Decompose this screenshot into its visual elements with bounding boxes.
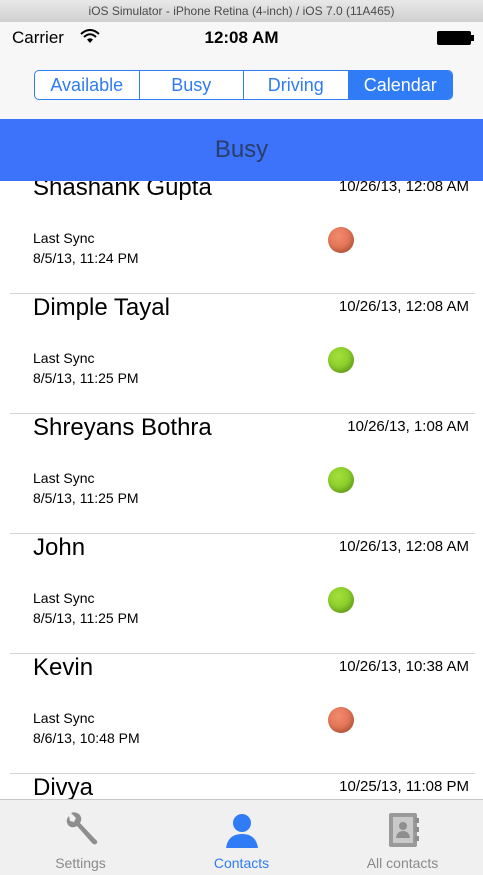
tab-all-contacts[interactable]: All contacts [322, 800, 483, 875]
available-status-dot-icon [328, 467, 354, 493]
tab-settings[interactable]: Settings [0, 800, 161, 875]
list-item[interactable]: Shreyans Bothra 10/26/13, 1:08 AM Last S… [10, 414, 475, 534]
contact-name: Shashank Gupta [33, 181, 212, 201]
available-status-dot-icon [328, 347, 354, 373]
status-filter-segmented-control: Available Busy Driving Calendar [34, 70, 453, 100]
segment-calendar[interactable]: Calendar [348, 71, 452, 99]
contact-list[interactable]: Shashank Gupta 10/26/13, 12:08 AM Last S… [0, 181, 483, 799]
contact-name: John [33, 534, 86, 561]
status-time: 12:08 AM [204, 28, 279, 47]
available-status-dot-icon [328, 587, 354, 613]
busy-status-dot-icon [328, 227, 354, 253]
contact-status-date: 10/26/13, 10:38 AM [338, 658, 469, 675]
list-item[interactable]: Dimple Tayal 10/26/13, 12:08 AM Last Syn… [10, 294, 475, 414]
last-sync-label: Last Sync [33, 710, 95, 726]
contact-name: Kevin [33, 654, 94, 681]
last-sync-label: Last Sync [33, 350, 95, 366]
last-sync-date: 8/6/13, 10:48 PM [33, 730, 140, 746]
last-sync-date: 8/5/13, 11:24 PM [33, 250, 139, 266]
contact-status-date: 10/26/13, 12:08 AM [338, 181, 469, 195]
iphone-screen: Carrier 12:08 AM Available Busy Driving … [0, 22, 483, 875]
busy-status-dot-icon [328, 707, 354, 733]
battery-icon [437, 31, 474, 45]
contact-name: Divya [33, 774, 94, 799]
person-icon [225, 814, 258, 848]
tab-label: Settings [55, 855, 106, 871]
contact-status-date: 10/25/13, 11:08 PM [339, 778, 469, 795]
contact-status-date: 10/26/13, 12:08 AM [338, 538, 469, 555]
tab-bar: Settings Contacts All contacts [0, 799, 483, 875]
segment-busy[interactable]: Busy [140, 71, 244, 99]
list-item[interactable]: John 10/26/13, 12:08 AM Last Sync 8/5/13… [10, 534, 475, 654]
segment-available[interactable]: Available [35, 71, 140, 99]
last-sync-label: Last Sync [33, 590, 95, 606]
last-sync-label: Last Sync [33, 470, 95, 486]
address-book-icon [388, 813, 419, 847]
contact-status-date: 10/26/13, 1:08 AM [347, 418, 469, 435]
segment-driving[interactable]: Driving [244, 71, 349, 99]
list-item[interactable]: Divya 10/25/13, 11:08 PM [10, 774, 475, 799]
simulator-window-title: iOS Simulator - iPhone Retina (4-inch) /… [0, 0, 483, 23]
contact-name: Shreyans Bothra [33, 414, 212, 441]
last-sync-date: 8/5/13, 11:25 PM [33, 610, 139, 626]
tab-label: Contacts [213, 855, 270, 871]
last-sync-date: 8/5/13, 11:25 PM [33, 490, 139, 506]
section-header: Busy [0, 119, 483, 181]
last-sync-date: 8/5/13, 11:25 PM [33, 370, 139, 386]
last-sync-label: Last Sync [33, 230, 95, 246]
status-bar: Carrier 12:08 AM [0, 22, 483, 52]
tab-label: All contacts [366, 855, 439, 871]
contact-name: Dimple Tayal [33, 294, 170, 321]
tab-contacts[interactable]: Contacts [161, 800, 322, 875]
contact-status-date: 10/26/13, 12:08 AM [338, 298, 469, 315]
wrench-icon [66, 812, 97, 845]
section-title: Busy [214, 136, 269, 163]
list-item[interactable]: Shashank Gupta 10/26/13, 12:08 AM Last S… [10, 181, 475, 294]
list-item[interactable]: Kevin 10/26/13, 10:38 AM Last Sync 8/6/1… [10, 654, 475, 774]
